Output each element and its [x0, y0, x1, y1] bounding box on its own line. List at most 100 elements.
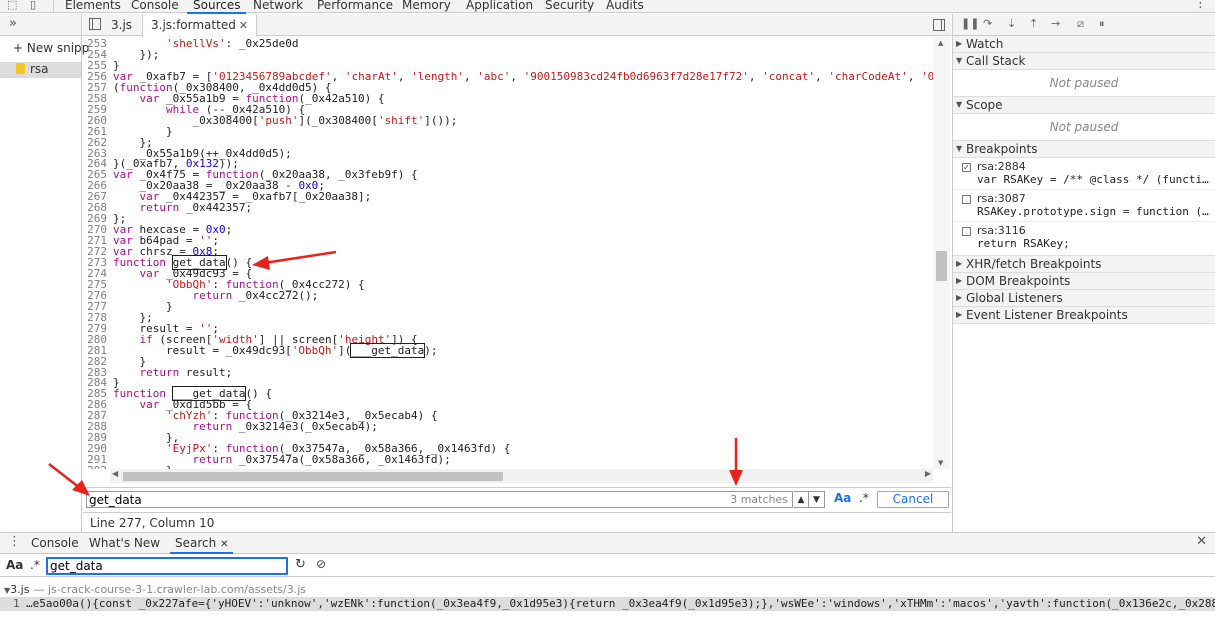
scrollbar-thumb[interactable] [936, 251, 947, 281]
navigator-item-rsa[interactable]: rsa [0, 62, 81, 78]
breakpoint-item[interactable]: rsa:3116 return RSAKey; [953, 222, 1215, 254]
tab-performance[interactable]: Performance [317, 0, 393, 13]
tabbar-divider [53, 0, 54, 13]
new-snippet-button[interactable]: + New snipp [13, 41, 89, 55]
breakpoint-checkbox[interactable] [962, 195, 971, 204]
section-title: XHR/fetch Breakpoints [966, 257, 1102, 271]
close-tab-icon[interactable]: ✕ [220, 539, 228, 550]
tab-memory[interactable]: Memory [402, 0, 451, 13]
scroll-up-icon[interactable]: ▲ [938, 39, 943, 47]
search-input[interactable] [50, 559, 280, 573]
code-view[interactable]: 253 'shellVs': _0x25de0d 254 }); 255} 256 va… [83, 37, 933, 469]
match-case-toggle[interactable]: Aa [6, 558, 23, 572]
line-number[interactable]: 292 [83, 465, 107, 469]
cancel-button[interactable]: Cancel [877, 491, 949, 508]
step-out-icon[interactable]: ⇡ [1029, 17, 1038, 30]
file-tab-label: 3.js [111, 18, 133, 32]
search-result-line[interactable]: 1 …e5ao00a(){const _0x227afe={'yHOEV':'u… [0, 597, 1215, 611]
close-drawer-icon[interactable]: ✕ [1196, 534, 1207, 549]
cursor-position: Line 277, Column 10 [90, 516, 215, 530]
section-title: Watch [966, 37, 1004, 51]
breakpoint-item[interactable]: rsa:3087 RSAKey.prototype.sign = functio… [953, 190, 1215, 222]
breakpoint-checkbox[interactable]: ✓ [962, 163, 971, 172]
event-listener-breakpoints-section[interactable]: ▶ Event Listener Breakpoints [953, 307, 1215, 324]
search-result-file[interactable]: ▼3.js — js-crack-course-3-1.crawler-lab.c… [4, 583, 306, 596]
tab-whats-new[interactable]: What's New [89, 536, 160, 550]
breakpoint-snippet: RSAKey.prototype.sign = function (… [977, 205, 1209, 218]
navigator-header: » [0, 14, 81, 36]
expand-triangle-icon: ▶ [956, 39, 963, 48]
tab-application[interactable]: Application [466, 0, 533, 13]
step-icon[interactable]: → [1051, 17, 1060, 30]
breakpoint-location: rsa:2884 [977, 160, 1026, 173]
code-editor-pane: 3.js 3.js:formatted ✕ 253 'shellVs': _0x2… [83, 14, 951, 532]
devtools-panel-tabbar: ⬚ ▯ Elements Console Sources Network Per… [0, 0, 1215, 14]
search-input-box[interactable] [46, 557, 288, 575]
tab-console[interactable]: Console [131, 0, 179, 13]
more-options-icon[interactable]: ⋮ [1194, 0, 1207, 11]
expand-triangle-icon: ▶ [956, 310, 963, 319]
toggle-debugger-icon[interactable] [933, 19, 945, 31]
device-toolbar-icon[interactable]: ▯ [30, 0, 36, 11]
pause-on-exceptions-icon[interactable]: ⏸ [1099, 17, 1105, 31]
match-case-toggle[interactable]: Aa [834, 491, 851, 505]
scrollbar-thumb[interactable] [123, 472, 503, 481]
tab-drawer-console[interactable]: Console [31, 536, 79, 550]
scope-section[interactable]: ▼ Scope [953, 97, 1215, 114]
scroll-down-icon[interactable]: ▼ [938, 459, 943, 467]
file-tab-label: 3.js:formatted [151, 18, 236, 32]
step-into-icon[interactable]: ⇣ [1007, 17, 1016, 30]
breakpoints-section[interactable]: ▼ Breakpoints [953, 141, 1215, 158]
more-tabs-chevron-icon[interactable]: » [9, 16, 17, 31]
find-previous-button[interactable]: ▲ [794, 491, 809, 508]
close-tab-icon[interactable]: ✕ [239, 19, 248, 32]
regex-toggle[interactable]: .* [30, 558, 40, 572]
tab-search[interactable]: Search ✕ [169, 536, 234, 554]
tab-security[interactable]: Security [545, 0, 594, 13]
toggle-navigator-icon[interactable] [89, 18, 101, 30]
section-title: Call Stack [966, 54, 1026, 68]
tab-elements[interactable]: Elements [65, 0, 121, 13]
file-tab-3js[interactable]: 3.js [103, 14, 140, 36]
scroll-left-icon[interactable]: ◀ [112, 469, 118, 478]
tab-network[interactable]: Network [253, 0, 303, 13]
tab-label: Search [175, 536, 217, 550]
editor-vertical-scrollbar[interactable]: ▲ ▼ [933, 37, 950, 469]
call-stack-section[interactable]: ▼ Call Stack [953, 53, 1215, 70]
result-line-number: 1 [13, 597, 20, 610]
sources-navigator: » + New snipp rsa [0, 14, 89, 532]
section-title: Breakpoints [966, 142, 1038, 156]
breakpoint-item[interactable]: ✓ rsa:2884 var RSAKey = /** @class */ (f… [953, 158, 1215, 190]
xhr-breakpoints-section[interactable]: ▶ XHR/fetch Breakpoints [953, 256, 1215, 273]
search-toolbar: Aa .* ↻ ⊘ [0, 555, 1215, 577]
editor-horizontal-scrollbar[interactable]: ◀ ▶ [110, 469, 933, 483]
find-next-button[interactable]: ▼ [808, 491, 825, 508]
result-line-text: …e5ao00a(){const _0x227afe={'yHOEV':'unk… [26, 597, 1215, 610]
scroll-right-icon[interactable]: ▶ [925, 469, 931, 478]
step-over-icon[interactable]: ↷ [983, 17, 992, 30]
deactivate-breakpoints-icon[interactable]: ⧄ [1077, 17, 1084, 31]
watch-section[interactable]: ▶ Watch [953, 36, 1215, 53]
match-count: 3 matches [730, 493, 788, 506]
inspect-element-icon[interactable]: ⬚ [7, 0, 17, 11]
drawer-tabbar: ⋮ Console What's New Search ✕ ✕ [0, 533, 1215, 554]
find-input-box[interactable]: 3 matches [86, 491, 793, 508]
section-title: Global Listeners [966, 291, 1063, 305]
breakpoint-location: rsa:3116 [977, 224, 1026, 237]
clear-icon[interactable]: ⊘ [316, 557, 326, 571]
collapse-triangle-icon: ▼ [956, 56, 963, 65]
not-paused-label: Not paused [1049, 120, 1119, 134]
global-listeners-section[interactable]: ▶ Global Listeners [953, 290, 1215, 307]
file-tab-3js-formatted[interactable]: 3.js:formatted ✕ [142, 14, 258, 37]
tab-audits[interactable]: Audits [606, 0, 644, 13]
tab-sources[interactable]: Sources [186, 0, 248, 14]
dom-breakpoints-section[interactable]: ▶ DOM Breakpoints [953, 273, 1215, 290]
drawer-menu-icon[interactable]: ⋮ [8, 534, 21, 549]
find-input[interactable] [89, 493, 689, 507]
code-line: result = _0x49dc93['ObbQh'](___get_data)… [113, 342, 438, 358]
breakpoint-checkbox[interactable] [962, 227, 971, 236]
pause-icon[interactable]: ❚❚ [961, 17, 979, 30]
regex-toggle[interactable]: .* [859, 491, 869, 505]
code-line: }); [113, 47, 160, 61]
refresh-icon[interactable]: ↻ [295, 557, 306, 572]
